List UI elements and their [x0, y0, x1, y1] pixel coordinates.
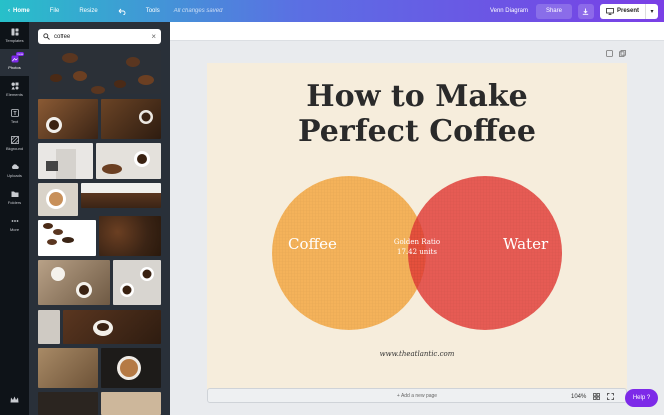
coffee-cup-photo — [46, 117, 62, 133]
design-title[interactable]: Venn Diagram — [482, 0, 536, 22]
undo-button[interactable] — [108, 0, 136, 22]
clear-search-icon[interactable]: × — [151, 32, 156, 41]
coffee-set-photo — [51, 267, 92, 298]
present-icon — [606, 7, 614, 15]
fullscreen-icon[interactable] — [607, 393, 615, 400]
grid-view-icon[interactable] — [593, 393, 601, 400]
source-credit[interactable]: www.theatlantic.com — [207, 350, 627, 358]
search-box[interactable]: × — [38, 29, 161, 44]
search-input[interactable] — [54, 33, 148, 40]
coffee-beans-photo — [43, 223, 74, 245]
photo-result[interactable] — [81, 183, 161, 208]
folder-icon — [11, 191, 18, 197]
templates-icon — [11, 28, 18, 36]
crown-icon[interactable] — [10, 396, 19, 403]
search-icon — [43, 33, 50, 40]
present-options[interactable]: ▾ — [645, 3, 658, 19]
coffee-cups-photo — [120, 267, 154, 297]
photo-result[interactable] — [96, 143, 161, 179]
add-page-button[interactable]: + Add a new page — [207, 388, 627, 403]
share-button[interactable]: Share — [535, 3, 572, 19]
photo-result[interactable] — [38, 310, 60, 344]
rail-item-more[interactable]: More — [0, 211, 29, 238]
present-main[interactable]: Present — [600, 7, 645, 15]
rail-item-text[interactable]: Text — [0, 103, 29, 130]
photo-result[interactable] — [38, 348, 98, 388]
coffee-cup-photo — [139, 110, 153, 124]
barista-photo — [46, 149, 76, 179]
photo-result[interactable] — [101, 99, 161, 139]
rail-item-templates[interactable]: Templates — [0, 22, 29, 49]
left-rail: Templates new Photos Elements Text Bkgro… — [0, 22, 29, 415]
venn-label-water[interactable]: Water — [503, 235, 548, 253]
photos-icon — [11, 55, 18, 63]
photo-result[interactable] — [38, 99, 98, 139]
download-icon — [583, 8, 589, 15]
tools-menu[interactable]: Tools — [136, 0, 170, 22]
background-icon — [10, 136, 19, 144]
duplicate-page-icon[interactable] — [619, 50, 626, 57]
photo-result[interactable] — [99, 216, 161, 256]
zoom-level[interactable]: 104% — [571, 394, 586, 400]
photo-result[interactable] — [38, 220, 96, 256]
venn-label-coffee[interactable]: Coffee — [288, 235, 337, 253]
photos-panel: × — [29, 22, 170, 415]
photo-result[interactable] — [38, 183, 78, 216]
editor-toolbar — [170, 22, 664, 41]
photo-result[interactable] — [38, 143, 93, 179]
latte-art-photo — [117, 356, 141, 380]
download-button[interactable] — [577, 3, 594, 19]
venn-diagram — [272, 176, 562, 330]
top-bar: ‹ Home File Resize Tools All changes sav… — [0, 0, 664, 22]
coffee-cup-photo — [93, 320, 113, 336]
home-button[interactable]: ‹ Home — [0, 0, 40, 22]
file-menu[interactable]: File — [40, 0, 70, 22]
elements-icon — [11, 82, 18, 90]
photo-result[interactable] — [38, 260, 110, 305]
save-status: All changes saved — [173, 8, 223, 14]
rail-item-uploads[interactable]: Uploads — [0, 157, 29, 184]
coffee-beans-photo — [50, 53, 154, 94]
photo-result[interactable] — [63, 310, 161, 344]
rail-item-photos[interactable]: new Photos — [0, 49, 29, 76]
chevron-down-icon: ▾ — [650, 8, 654, 15]
photo-result[interactable] — [38, 392, 98, 415]
latte-photo — [46, 189, 66, 209]
editor-workspace: How to Make Perfect Coffee Coffee Water … — [170, 22, 664, 415]
page-note-icon[interactable] — [606, 50, 613, 57]
coffee-cup-photo — [102, 151, 150, 174]
rail-item-background[interactable]: Bkground — [0, 130, 29, 157]
view-controls: 104% — [571, 393, 615, 400]
design-page[interactable]: How to Make Perfect Coffee Coffee Water … — [207, 63, 627, 398]
page-tools — [606, 50, 626, 57]
chevron-left-icon: ‹ — [8, 8, 10, 14]
new-badge: new — [16, 52, 24, 56]
photo-result[interactable] — [101, 392, 161, 415]
present-button[interactable]: Present ▾ — [599, 3, 658, 19]
resize-menu[interactable]: Resize — [69, 0, 107, 22]
venn-label-intersection[interactable]: Golden Ratio 17.42 units — [387, 237, 447, 257]
photo-result[interactable] — [113, 260, 161, 305]
photo-result[interactable] — [38, 50, 161, 94]
text-icon — [10, 109, 19, 117]
undo-icon — [118, 8, 126, 15]
more-icon — [11, 220, 18, 222]
upload-icon — [11, 164, 19, 170]
rail-item-folders[interactable]: Folders — [0, 184, 29, 211]
rail-item-elements[interactable]: Elements — [0, 76, 29, 103]
help-button[interactable]: Help ? — [625, 389, 658, 407]
photo-result[interactable] — [101, 348, 161, 388]
